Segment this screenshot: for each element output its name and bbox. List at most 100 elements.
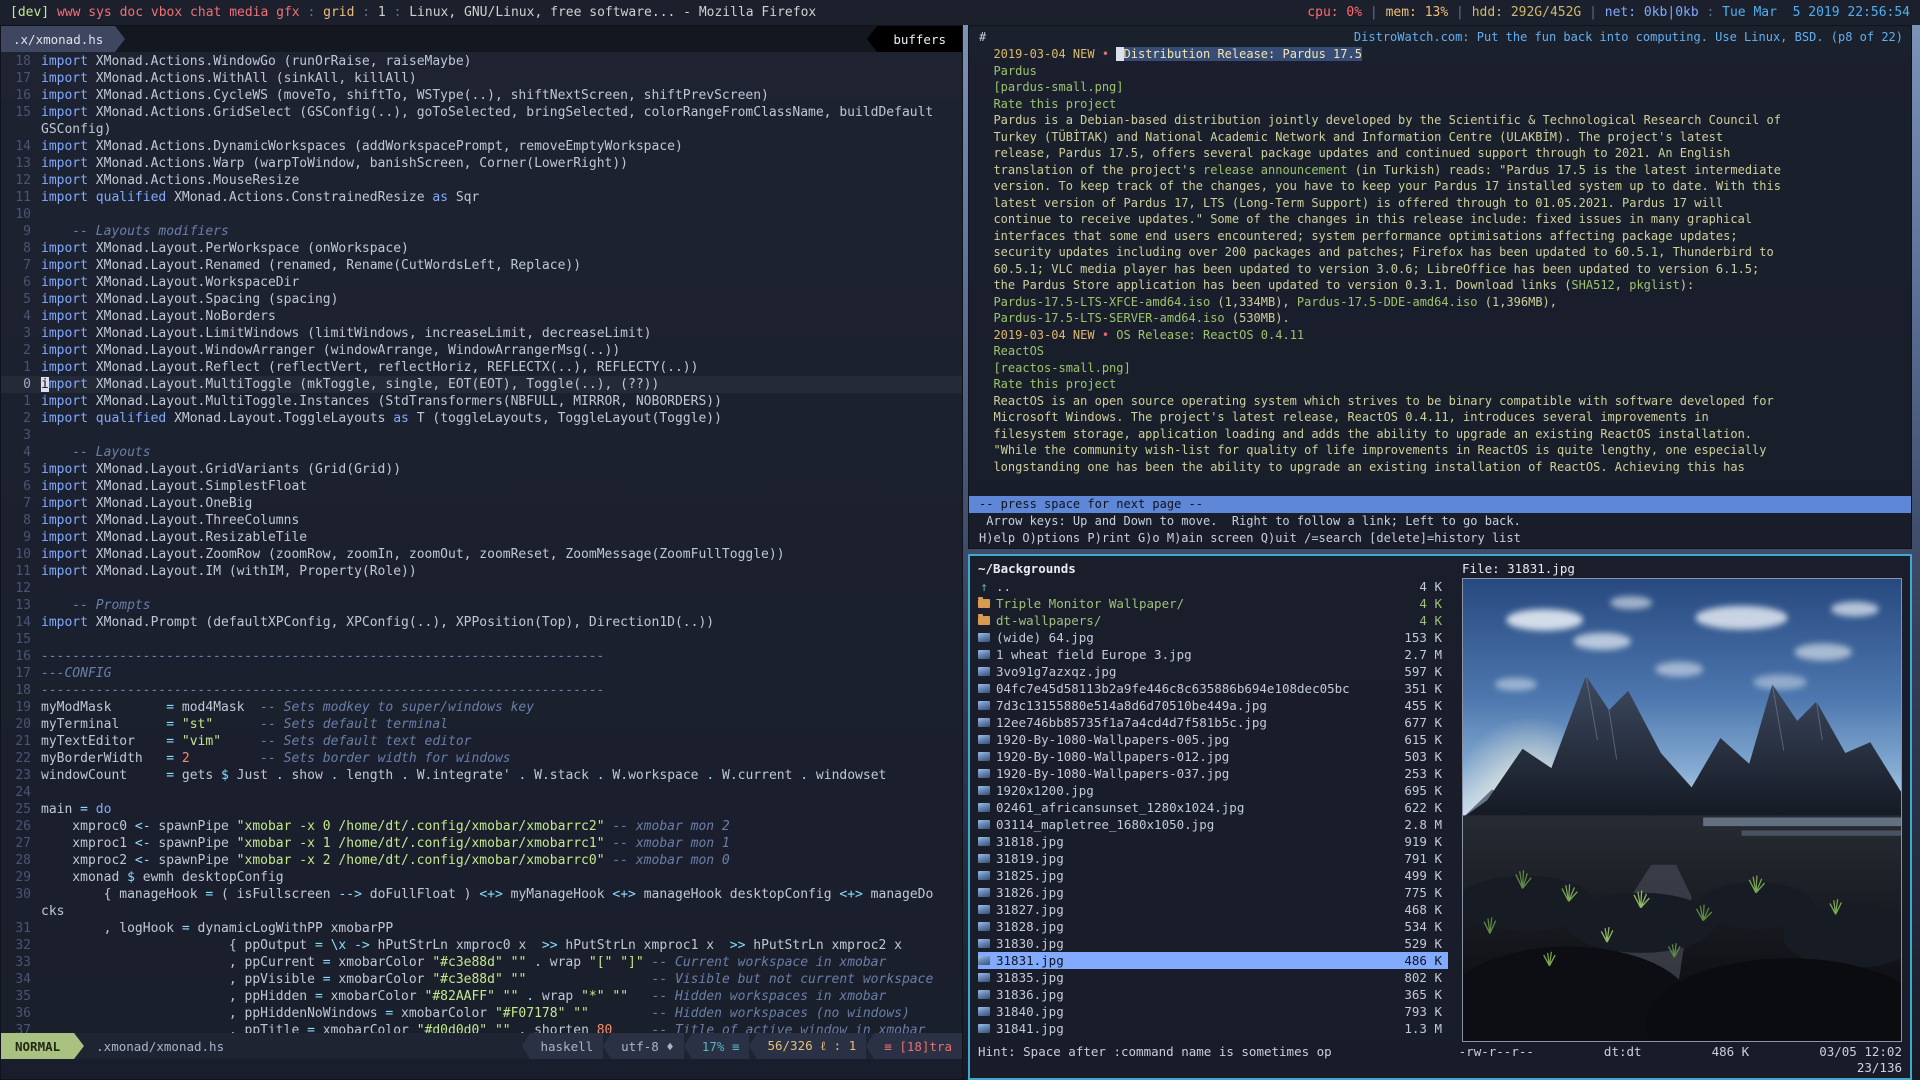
file-list[interactable]: ↑..4 KTriple Monitor Wallpaper/4 Kdt-wal…: [978, 578, 1448, 1042]
code-line[interactable]: 7import XMonad.Layout.OneBig: [1, 495, 962, 512]
workspace[interactable]: www: [57, 5, 80, 20]
link[interactable]: Pardus-17.5-LTS-SERVER-amd64.iso: [979, 311, 1225, 325]
file-row[interactable]: 1920-By-1080-Wallpapers-037.jpg253 K: [978, 765, 1448, 782]
file-row[interactable]: 1920-By-1080-Wallpapers-012.jpg503 K: [978, 748, 1448, 765]
code-line[interactable]: 14import XMonad.Actions.DynamicWorkspace…: [1, 138, 962, 155]
code-line[interactable]: 2import qualified XMonad.Layout.ToggleLa…: [1, 410, 962, 427]
code-line[interactable]: 5import XMonad.Layout.GridVariants (Grid…: [1, 461, 962, 478]
file-row[interactable]: 7d3c13155880e514a8d6d70510be449a.jpg455 …: [978, 697, 1448, 714]
link[interactable]: Pardus-17.5-DDE-amd64.iso: [1297, 295, 1478, 309]
workspace[interactable]: chat: [190, 5, 221, 20]
file-row[interactable]: 31830.jpg529 K: [978, 935, 1448, 952]
code-line[interactable]: 19myModMask = mod4Mask -- Sets modkey to…: [1, 699, 962, 716]
file-row[interactable]: 12ee746bb85735f1a7a4cd4d7f581b5c.jpg677 …: [978, 714, 1448, 731]
file-row[interactable]: 31841.jpg1.3 M: [978, 1020, 1448, 1037]
workspace[interactable]: gfx: [276, 5, 299, 20]
link[interactable]: pkglist: [1629, 278, 1680, 292]
code-line[interactable]: 11import XMonad.Layout.IM (withIM, Prope…: [1, 563, 962, 580]
code-line[interactable]: 16--------------------------------------…: [1, 648, 962, 665]
file-row[interactable]: 02461_africansunset_1280x1024.jpg622 K: [978, 799, 1448, 816]
code-line[interactable]: 34 , ppVisible = xmobarColor "#c3e88d" "…: [1, 971, 962, 988]
code-line[interactable]: 28 xmproc2 <- spawnPipe "xmobar -x 2 /ho…: [1, 852, 962, 869]
code-line[interactable]: 6import XMonad.Layout.WorkspaceDir: [1, 274, 962, 291]
vim-editor-content[interactable]: 18import XMonad.Actions.WindowGo (runOrR…: [1, 52, 962, 1033]
code-line[interactable]: 8import XMonad.Layout.PerWorkspace (onWo…: [1, 240, 962, 257]
code-line[interactable]: 16import XMonad.Actions.CycleWS (moveTo,…: [1, 87, 962, 104]
vim-command-line[interactable]: [1, 1059, 962, 1079]
code-line[interactable]: 15: [1, 631, 962, 648]
file-row[interactable]: 1920-By-1080-Wallpapers-005.jpg615 K: [978, 731, 1448, 748]
code-line[interactable]: 17---CONFIG: [1, 665, 962, 682]
file-row[interactable]: 3vo91g7azxqz.jpg597 K: [978, 663, 1448, 680]
file-row[interactable]: Triple Monitor Wallpaper/4 K: [978, 595, 1448, 612]
file-row[interactable]: 31818.jpg919 K: [978, 833, 1448, 850]
code-line[interactable]: 13import XMonad.Actions.Warp (warpToWind…: [1, 155, 962, 172]
file-row[interactable]: 1 wheat field Europe 3.jpg2.7 M: [978, 646, 1448, 663]
file-row[interactable]: 31831.jpg486 K: [978, 952, 1448, 969]
file-row[interactable]: 31819.jpg791 K: [978, 850, 1448, 867]
code-line[interactable]: 2import XMonad.Layout.WindowArranger (wi…: [1, 342, 962, 359]
workspace-current[interactable]: [dev]: [10, 5, 49, 20]
code-line[interactable]: 9 -- Layouts modifiers: [1, 223, 962, 240]
code-line[interactable]: 3: [1, 427, 962, 444]
code-line[interactable]: 18--------------------------------------…: [1, 682, 962, 699]
file-row[interactable]: 1920x1200.jpg695 K: [978, 782, 1448, 799]
vim-buffers-label[interactable]: buffers: [877, 26, 962, 52]
link[interactable]: ReactOS: [979, 344, 1044, 358]
code-line[interactable]: 31 , logHook = dynamicLogWithPP xmobarPP: [1, 920, 962, 937]
code-line[interactable]: 22myBorderWidth = 2 -- Sets border width…: [1, 750, 962, 767]
link[interactable]: [pardus-small.png]: [979, 80, 1124, 94]
browser-content[interactable]: 2019-03-04 NEW • Distribution Release: P…: [979, 46, 1903, 496]
code-line[interactable]: 12: [1, 580, 962, 597]
current-directory[interactable]: ~/Backgrounds: [978, 561, 1448, 576]
code-line[interactable]: 7import XMonad.Layout.Renamed (renamed, …: [1, 257, 962, 274]
code-line[interactable]: 20myTerminal = "st" -- Sets default term…: [1, 716, 962, 733]
code-line[interactable]: 6import XMonad.Layout.SimplestFloat: [1, 478, 962, 495]
code-line[interactable]: 29 xmonad $ ewmh desktopConfig: [1, 869, 962, 886]
code-line[interactable]: 12import XMonad.Actions.MouseResize: [1, 172, 962, 189]
code-line[interactable]: 18import XMonad.Actions.WindowGo (runOrR…: [1, 53, 962, 70]
link[interactable]: Pardus-17.5-LTS-XFCE-amd64.iso: [979, 295, 1210, 309]
layout-indicator[interactable]: grid: [323, 5, 354, 20]
file-row[interactable]: 31826.jpg775 K: [978, 884, 1448, 901]
code-line[interactable]: 32 { ppOutput = \x -> hPutStrLn xmproc0 …: [1, 937, 962, 954]
code-line[interactable]: 14import XMonad.Prompt (defaultXPConfig,…: [1, 614, 962, 631]
file-row[interactable]: ↑..4 K: [978, 578, 1448, 595]
code-line[interactable]: 10import XMonad.Layout.ZoomRow (zoomRow,…: [1, 546, 962, 563]
code-line[interactable]: 9import XMonad.Layout.ResizableTile: [1, 529, 962, 546]
code-line[interactable]: 25main = do: [1, 801, 962, 818]
code-line[interactable]: 11import qualified XMonad.Actions.Constr…: [1, 189, 962, 206]
link[interactable]: Pardus: [979, 64, 1037, 78]
code-line[interactable]: 10: [1, 206, 962, 223]
code-line[interactable]: 1import XMonad.Layout.Reflect (reflectVe…: [1, 359, 962, 376]
code-line[interactable]: 1import XMonad.Layout.MultiToggle.Instan…: [1, 393, 962, 410]
code-line[interactable]: 23windowCount = gets $ Just . show . len…: [1, 767, 962, 784]
link[interactable]: SHA512: [1571, 278, 1614, 292]
code-line[interactable]: 4 -- Layouts: [1, 444, 962, 461]
code-line[interactable]: 33 , ppCurrent = xmobarColor "#c3e88d" "…: [1, 954, 962, 971]
code-line[interactable]: 27 xmproc1 <- spawnPipe "xmobar -x 1 /ho…: [1, 835, 962, 852]
xmobar-workspaces[interactable]: [dev] www sys doc vbox chat media gfx : …: [10, 5, 816, 20]
code-line[interactable]: 3import XMonad.Layout.LimitWindows (limi…: [1, 325, 962, 342]
file-row[interactable]: 31836.jpg365 K: [978, 986, 1448, 1003]
code-line[interactable]: 15import XMonad.Actions.GridSelect (GSCo…: [1, 104, 962, 121]
file-row[interactable]: (wide) 64.jpg153 K: [978, 629, 1448, 646]
code-line[interactable]: 24: [1, 784, 962, 801]
workspace[interactable]: media: [229, 5, 268, 20]
code-line[interactable]: 37 , ppTitle = xmobarColor "#d0d0d0" "" …: [1, 1022, 962, 1033]
code-line[interactable]: 13 -- Prompts: [1, 597, 962, 614]
code-line[interactable]: GSConfig): [1, 121, 962, 138]
code-line[interactable]: 4import XMonad.Layout.NoBorders: [1, 308, 962, 325]
code-line[interactable]: 5import XMonad.Layout.Spacing (spacing): [1, 291, 962, 308]
vim-tab-active[interactable]: .x/xmonad.hs: [1, 26, 115, 52]
link[interactable]: Rate this project: [979, 97, 1116, 111]
code-line[interactable]: 30 { manageHook = ( isFullscreen --> doF…: [1, 886, 962, 903]
file-row[interactable]: 31835.jpg802 K: [978, 969, 1448, 986]
link[interactable]: release announcement: [1203, 163, 1348, 177]
selected-link[interactable]: Distribution Release: Pardus 17.5: [1124, 47, 1362, 61]
file-row[interactable]: 04fc7e45d58113b2a9fe446c8c635886b694e108…: [978, 680, 1448, 697]
file-row[interactable]: 31828.jpg534 K: [978, 918, 1448, 935]
link[interactable]: Rate this project: [979, 377, 1116, 391]
code-line[interactable]: 26 xmproc0 <- spawnPipe "xmobar -x 0 /ho…: [1, 818, 962, 835]
workspace[interactable]: vbox: [151, 5, 182, 20]
